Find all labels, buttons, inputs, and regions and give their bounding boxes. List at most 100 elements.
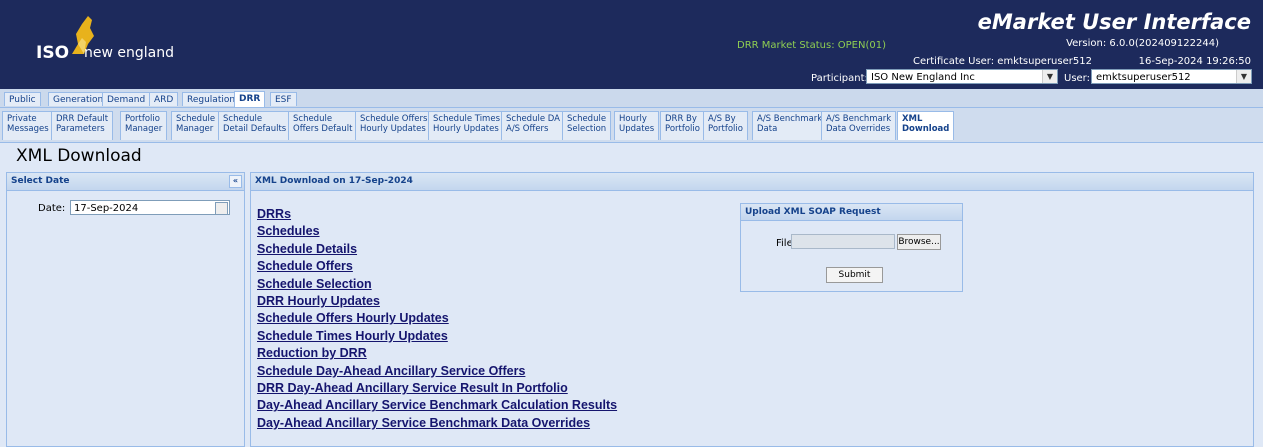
subtab-a-s-by-portfolio[interactable]: A/S By Portfolio [703,111,748,140]
logo-iso-text: ISO [36,43,70,63]
subtab-portfolio-manager[interactable]: Portfolio Manager [120,111,168,140]
subtab-label-line: Schedule [293,114,333,124]
download-link-day-ahead-ancillary-service-benchmark-calculation-results[interactable]: Day-Ahead Ancillary Service Benchmark Ca… [257,397,617,414]
subtab-label-line: Data Overrides [826,124,891,134]
user-value: emktsuperuser512 [1096,72,1191,83]
participant-select[interactable]: ISO New England Inc ▼ [866,69,1058,84]
chevron-down-icon[interactable]: ▼ [1236,70,1251,83]
submit-button[interactable]: Submit [826,267,883,283]
subtab-label-line: Download [902,124,950,134]
tab-drr[interactable]: DRR [234,91,266,107]
subtab-label-line: Private [7,114,37,124]
date-value: 17-Sep-2024 [74,203,139,214]
subtab-drr-default-parameters[interactable]: DRR Default Parameters [51,111,114,140]
tab-esf[interactable]: ESF [270,92,297,106]
download-link-reduction-by-drr[interactable]: Reduction by DRR [257,345,617,362]
download-link-schedules[interactable]: Schedules [257,223,617,240]
xml-download-panel: XML Download on 17-Sep-2024 DRRs Schedule… [250,172,1254,447]
browse-button[interactable]: Browse... [897,234,941,250]
download-link-drr-day-ahead-ancillary-service-result-in-portfolio[interactable]: DRR Day-Ahead Ancillary Service Result I… [257,380,617,397]
upload-soap-header: Upload XML SOAP Request [741,204,962,221]
iso-ne-logo: ISO new england [36,14,196,74]
subtab-label-line: Manager [176,124,214,134]
tab-regulation[interactable]: Regulation [182,92,241,106]
xml-download-header: XML Download on 17-Sep-2024 [251,173,1253,191]
date-input[interactable]: 17-Sep-2024 [70,200,230,215]
subtab-label-line: Updates [619,124,655,134]
date-label: Date: [38,203,66,214]
download-links: DRRs Schedules Schedule Details Schedule Of… [257,206,617,432]
subtab-a-s-benchmark-data-overrides[interactable]: A/S Benchmark Data Overrides [821,111,897,140]
subtab-label-line: Hourly Updates [360,124,426,134]
subtab-label-line: Schedule [223,114,263,124]
subtab-label-line: A/S Benchmark [826,114,892,124]
subtab-schedule-manager[interactable]: Schedule Manager [171,111,221,140]
subtab-label-line: Schedule Times [433,114,500,124]
subtab-schedule-detail-defaults[interactable]: Schedule Detail Defaults [218,111,292,140]
calendar-icon[interactable] [215,202,228,215]
subtab-label-line: Portfolio [665,124,700,134]
subtab-drr-by-portfolio[interactable]: DRR By Portfolio [660,111,705,140]
subtab-label-line: Offers Default [293,124,353,134]
subtab-label-line: Data [757,124,778,134]
chevron-down-icon[interactable]: ▼ [1042,70,1057,83]
subtab-label-line: Parameters [56,124,105,134]
xml-download-title: XML Download on 17-Sep-2024 [255,176,413,186]
download-link-drr-hourly-updates[interactable]: DRR Hourly Updates [257,293,617,310]
subtab-label-line: DRR By [665,114,697,124]
subtab-schedule-offers-hourly-updates[interactable]: Schedule Offers Hourly Updates [355,111,433,140]
download-link-schedule-offers[interactable]: Schedule Offers [257,258,617,275]
subtab-label-line: Schedule [567,114,607,124]
current-datetime: 16-Sep-2024 19:26:50 [1138,56,1251,67]
tab-ard[interactable]: ARD [149,92,179,106]
user-select[interactable]: emktsuperuser512 ▼ [1091,69,1252,84]
page-title: XML Download [16,146,142,166]
main-tab-bar: Public Generation Demand ARD Regulation DRR ES… [0,89,1263,108]
logo-name-text: new england [84,45,174,61]
upload-soap-title: Upload XML SOAP Request [745,207,881,217]
subtab-label-line: XML [902,114,923,124]
subtab-xml-download[interactable]: XML Download [897,111,955,140]
subtab-hourly-updates[interactable]: Hourly Updates [614,111,660,140]
subtab-label-line: A/S By [708,114,736,124]
subtab-schedule-times-hourly-updates[interactable]: Schedule Times Hourly Updates [428,111,505,140]
select-date-panel: Select Date « Date: 17-Sep-2024 [6,172,245,447]
download-link-schedule-offers-hourly-updates[interactable]: Schedule Offers Hourly Updates [257,310,617,327]
subtab-label-line: Schedule [176,114,216,124]
sub-tab-bar: Private Messages DRR Default Parameters Port… [0,108,1263,143]
subtab-label-line: Schedule Offers [360,114,428,124]
download-link-schedule-day-ahead-ancillary-service-offers[interactable]: Schedule Day-Ahead Ancillary Service Off… [257,363,617,380]
download-link-schedule-times-hourly-updates[interactable]: Schedule Times Hourly Updates [257,328,617,345]
subtab-a-s-benchmark-data[interactable]: A/S Benchmark Data [752,111,828,140]
app-title: eMarket User Interface [977,10,1251,34]
subtab-label-line: Selection [567,124,607,134]
subtab-label-line: Schedule DA [506,114,560,124]
upload-soap-panel: Upload XML SOAP Request File: Browse... … [740,203,963,292]
tab-public[interactable]: Public [4,92,41,106]
download-link-drrs[interactable]: DRRs [257,206,617,223]
subtab-label-line: Manager [125,124,163,134]
subtab-label-line: Hourly Updates [433,124,499,134]
subtab-label-line: Portfolio [125,114,160,124]
market-status: DRR Market Status: OPEN(01) [737,40,886,51]
file-input[interactable] [791,234,895,249]
subtab-label-line: Hourly [619,114,647,124]
tab-demand[interactable]: Demand [102,92,151,106]
tab-generation[interactable]: Generation [48,92,109,106]
collapse-panel-button[interactable]: « [229,175,242,188]
subtab-label-line: A/S Offers [506,124,549,134]
app-header: ISO new england eMarket User Interface V… [0,0,1263,89]
download-link-day-ahead-ancillary-service-benchmark-data-overrides[interactable]: Day-Ahead Ancillary Service Benchmark Da… [257,415,617,432]
select-date-header: Select Date « [7,173,244,191]
subtab-label-line: Detail Defaults [223,124,287,134]
participant-label: Participant: [811,73,868,84]
subtab-label-line: Portfolio [708,124,743,134]
subtab-label-line: DRR Default [56,114,109,124]
download-link-schedule-details[interactable]: Schedule Details [257,241,617,258]
subtab-schedule-offers-default[interactable]: Schedule Offers Default [288,111,358,140]
subtab-schedule-da-a-s-offers[interactable]: Schedule DA A/S Offers [501,111,565,140]
subtab-schedule-selection[interactable]: Schedule Selection [562,111,612,140]
download-link-schedule-selection[interactable]: Schedule Selection [257,276,617,293]
participant-value: ISO New England Inc [871,72,975,83]
subtab-private-messages[interactable]: Private Messages [2,111,54,140]
